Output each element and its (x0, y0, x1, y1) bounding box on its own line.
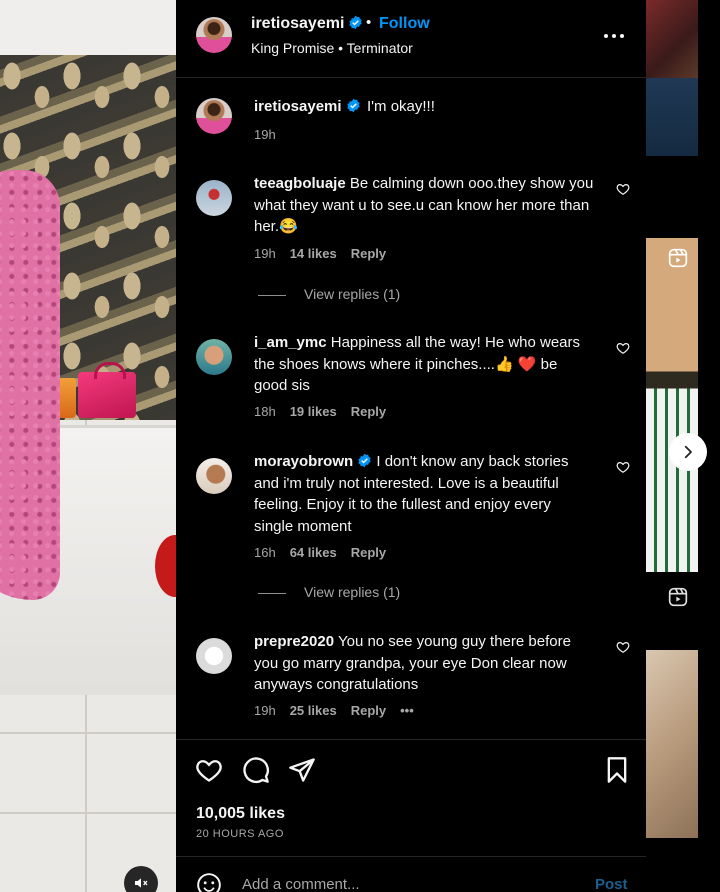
neighbor-post-thumbnail[interactable] (646, 650, 698, 838)
commenter-avatar[interactable] (196, 638, 232, 674)
like-comment-heart-icon[interactable] (616, 460, 630, 474)
mute-button[interactable] (124, 866, 158, 892)
neighbor-posts-strip (646, 0, 720, 892)
comment-username[interactable]: morayobrown (254, 453, 372, 470)
verified-badge-icon (349, 15, 363, 30)
comment-reply-button[interactable]: Reply (351, 404, 386, 419)
comment-body: i_am_ymc Happiness all the way! He who w… (254, 332, 594, 397)
comment-time: 19h (254, 246, 276, 261)
verified-badge-icon (358, 453, 371, 468)
post-comment-button[interactable]: Post (595, 876, 628, 892)
caption-avatar[interactable] (196, 98, 232, 134)
more-horizontal-icon[interactable] (602, 26, 626, 46)
comment-body: teeagboluaje Be calming down ooo.they sh… (254, 173, 594, 238)
divider (176, 739, 646, 740)
like-heart-icon[interactable] (195, 756, 223, 784)
comment-reply-button[interactable]: Reply (351, 545, 386, 560)
comment-time: 19h (254, 703, 276, 718)
photo-handbag (78, 362, 136, 418)
chevron-right-icon (684, 445, 692, 459)
verified-badge-icon (346, 98, 360, 113)
neighbor-post-thumbnail[interactable] (646, 0, 698, 78)
photo-person (0, 170, 60, 600)
comment-more-button[interactable]: ••• (400, 703, 414, 718)
post-panel: iretiosayemi • Follow King Promise • Ter… (176, 0, 646, 892)
comment-reply-button[interactable]: Reply (351, 246, 386, 261)
commenter-avatar[interactable] (196, 339, 232, 375)
comment-likes[interactable]: 64 likes (290, 545, 337, 560)
commenter-avatar[interactable] (196, 458, 232, 494)
comment-time: 16h (254, 545, 276, 560)
like-comment-heart-icon[interactable] (616, 341, 630, 355)
comment-meta: 19h 14 likes Reply (254, 246, 400, 261)
photo-wall (0, 0, 176, 60)
post-actions (176, 756, 646, 788)
caption-username-text[interactable]: iretiosayemi (254, 98, 342, 115)
comment-likes[interactable]: 25 likes (290, 703, 337, 718)
comment-username[interactable]: prepre2020 (254, 633, 334, 650)
header-separator: • (366, 14, 372, 31)
divider (176, 856, 646, 857)
reel-icon (668, 248, 688, 268)
comment-time: 18h (254, 404, 276, 419)
comment-bubble-icon[interactable] (242, 756, 270, 784)
like-comment-heart-icon[interactable] (616, 640, 630, 654)
comment-username[interactable]: teeagboluaje (254, 175, 346, 192)
default-avatar-icon (204, 646, 224, 666)
comment-username-text[interactable]: morayobrown (254, 453, 353, 470)
author-username[interactable]: iretiosayemi (251, 15, 363, 33)
commenter-avatar[interactable] (196, 180, 232, 216)
comment-body: prepre2020 You no see young guy there be… (254, 631, 594, 696)
comment-likes[interactable]: 14 likes (290, 246, 337, 261)
emoji-smiley-icon[interactable] (196, 872, 222, 892)
reel-icon (668, 587, 688, 607)
neighbor-post-thumbnail[interactable] (646, 238, 698, 572)
post-timestamp: 20 HOURS AGO (196, 828, 284, 840)
comment-likes[interactable]: 19 likes (290, 404, 337, 419)
caption-text: I'm okay!!! (367, 98, 435, 115)
view-replies-button[interactable]: View replies (1) (258, 584, 400, 600)
like-comment-heart-icon[interactable] (616, 182, 630, 196)
author-username-text[interactable]: iretiosayemi (251, 15, 344, 32)
post-likes-count[interactable]: 10,005 likes (196, 805, 285, 823)
comment-username[interactable]: i_am_ymc (254, 334, 327, 351)
post-header: iretiosayemi • Follow King Promise • Ter… (176, 0, 646, 78)
speaker-muted-icon (135, 878, 148, 888)
comment-reply-button[interactable]: Reply (351, 703, 386, 718)
neighbor-post-thumbnail[interactable] (646, 78, 698, 156)
author-avatar[interactable] (196, 17, 232, 53)
follow-button[interactable]: Follow (379, 15, 430, 33)
next-post-button[interactable] (669, 433, 707, 471)
comment-meta: 19h 25 likes Reply ••• (254, 703, 428, 718)
share-paper-plane-icon[interactable] (288, 756, 316, 784)
view-replies-button[interactable]: View replies (1) (258, 286, 400, 302)
post-photo[interactable] (0, 0, 176, 892)
caption-time: 19h (254, 127, 276, 142)
add-comment-input[interactable]: Add a comment... (242, 876, 360, 892)
comment-meta: 16h 64 likes Reply (254, 545, 400, 560)
save-bookmark-icon[interactable] (603, 756, 631, 784)
comment-meta: 18h 19 likes Reply (254, 404, 400, 419)
audio-track-label[interactable]: King Promise • Terminator (251, 40, 413, 56)
comment-body: morayobrown I don't know any back storie… (254, 451, 594, 537)
caption-username[interactable]: iretiosayemi (254, 98, 361, 115)
